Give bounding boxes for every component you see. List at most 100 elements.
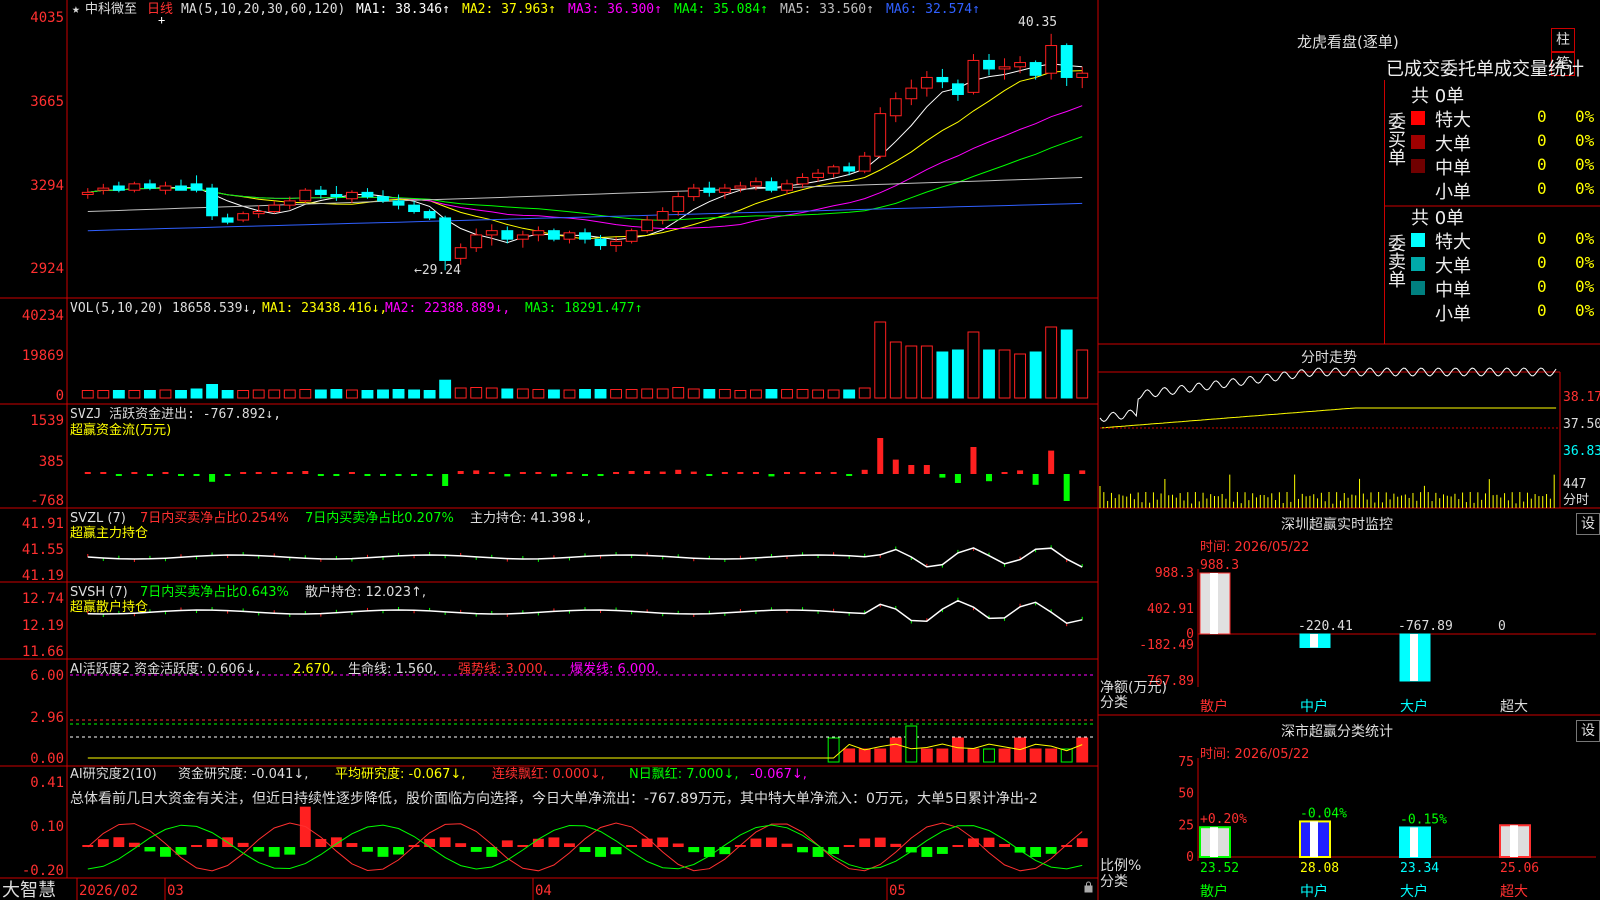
- volume-bar: [128, 390, 141, 399]
- svzj-bar: [939, 474, 946, 478]
- volume-bar: [97, 390, 110, 399]
- low-label: ←29.24: [414, 263, 461, 278]
- svzj-bar: [271, 472, 278, 474]
- volume-bar: [610, 389, 623, 399]
- main-header: ★ 中科微至 日线 MA(5,10,20,30,60,120) MA1: 38.…: [72, 2, 980, 17]
- svzj-bar: [193, 474, 200, 476]
- ai-research-ytick: 0.41: [30, 775, 64, 791]
- volume-bar: [190, 388, 203, 399]
- svzj-bar: [395, 474, 402, 476]
- tab-bar-view[interactable]: 柱: [1551, 28, 1575, 52]
- vol-label: VOL(5,10,20): [70, 301, 164, 316]
- sell-row-s: 小单 0 0%: [1435, 301, 1595, 325]
- svzj-bar: [504, 474, 511, 477]
- ai-active-bar: [874, 748, 887, 763]
- ai-research-header: AI研究度2(10) 资金研究度: -0.041↓, 平均研究度: -0.067…: [70, 766, 807, 782]
- candlestick: [112, 185, 125, 191]
- svzj-bar: [613, 472, 620, 474]
- ai-active-bar: [983, 748, 995, 763]
- sz-stats-ytick: 50: [1178, 787, 1194, 802]
- candlestick: [377, 196, 389, 202]
- ma3-label: MA3: 36.300↑: [568, 2, 662, 17]
- candlestick: [563, 232, 576, 240]
- candlestick: [1060, 45, 1073, 78]
- candlestick: [594, 238, 607, 247]
- candlestick: [781, 183, 793, 191]
- ma-lines: [87, 63, 1083, 244]
- sz-monitor-bar-highlight: [1210, 573, 1218, 634]
- svzj-bar: [473, 470, 480, 474]
- sz-stats-settings-button[interactable]: 设: [1576, 720, 1600, 742]
- candlestick: [874, 113, 887, 157]
- candlestick: [439, 217, 452, 261]
- volume-bar: [392, 389, 405, 399]
- volume-bar: [641, 388, 654, 399]
- sz-stats-value-label: 28.08: [1300, 861, 1339, 876]
- svzl-ytick: 41.91: [22, 516, 64, 532]
- ai-research-p2: 资金研究度: -0.041↓,: [178, 766, 308, 782]
- sz-stats-ylabel: 比例%: [1100, 858, 1141, 874]
- svzj-bar: [380, 474, 386, 476]
- intraday-vol-tick: 447: [1563, 477, 1586, 492]
- svzl-header: SVZL (7) 7日内买卖净占比0.254% 7日内买卖净占比0.207% 主…: [70, 510, 591, 541]
- volume-bar: [485, 387, 498, 399]
- date-axis: 2026/02 03 04 05: [79, 883, 906, 899]
- candlestick: [610, 240, 623, 247]
- volume-bar: [765, 389, 778, 399]
- stock-name[interactable]: 中科微至: [85, 2, 137, 17]
- svzj-bar: [1063, 474, 1070, 501]
- ai-research-bar: [999, 843, 1010, 847]
- svzj-bar: [1032, 474, 1039, 485]
- ai-active-bar: [889, 737, 902, 763]
- vol-ytick: 19869: [22, 348, 64, 364]
- candlestick: [206, 187, 219, 217]
- vol-ytick: 0: [56, 388, 64, 404]
- candlestick: [1045, 45, 1058, 74]
- vol-ma3: MA3: 18291.477↑: [525, 301, 642, 316]
- sz-monitor-bar-highlight: [1310, 634, 1318, 648]
- candlestick: [314, 189, 327, 195]
- ai-research-bar: [486, 847, 498, 857]
- volume-bar: [330, 389, 343, 399]
- intraday-ytick: 38.17: [1563, 390, 1600, 405]
- volume-bar: [299, 389, 312, 399]
- volume-bar: [1045, 326, 1058, 399]
- ai-active-bar: [1076, 737, 1089, 763]
- ai-research-bar: [97, 839, 109, 847]
- ai-research-bar: [393, 847, 404, 855]
- ai-research-bar: [191, 845, 202, 847]
- candlestick: [501, 230, 514, 240]
- volume-bar: [516, 388, 529, 399]
- svzj-line2: 超赢资金流(万元): [70, 422, 171, 438]
- ai-research-bar: [750, 838, 762, 847]
- candlestick: [423, 211, 436, 219]
- sz-monitor-settings-button[interactable]: 设: [1576, 513, 1600, 535]
- volume-bar: [112, 390, 125, 399]
- sell-row-m: 中单 0 0%: [1385, 276, 1600, 301]
- buy-row-xl: 特大 0 0%: [1385, 106, 1600, 131]
- terminal-canvas: 4035 3665 3294 2924 40234 19869 0 1539 3…: [0, 0, 1600, 900]
- volume-bar: [812, 389, 825, 399]
- svzj-bar: [457, 471, 464, 474]
- sell-l-swatch: [1411, 257, 1425, 271]
- ai-research-p3: 平均研究度: -0.067↓,: [335, 766, 465, 782]
- candlestick: [812, 172, 825, 178]
- volume-bar: [547, 389, 560, 399]
- svsh-p1: 7日内买卖净占比0.643%: [140, 584, 289, 600]
- sz-monitor-value-label: -767.89: [1398, 619, 1453, 634]
- sz-stats-value-label: 23.34: [1400, 861, 1439, 876]
- ai-active-bar: [936, 748, 949, 763]
- buy-row-m: 中单 0 0%: [1385, 154, 1600, 179]
- svzj-bar: [488, 472, 495, 474]
- sz-monitor-value-label: -220.41: [1298, 619, 1353, 634]
- ai-research-bar: [688, 847, 700, 853]
- candlestick: [143, 183, 156, 189]
- ai-active-bar: [1045, 748, 1058, 763]
- candlestick: [283, 200, 296, 206]
- svzj-bar: [675, 469, 682, 474]
- svzj-bar: [597, 474, 604, 476]
- candlestick: [532, 230, 545, 236]
- svzj-bar: [519, 472, 526, 474]
- svzj-bar: [1017, 470, 1024, 474]
- svzj-ytick: -768: [30, 493, 64, 509]
